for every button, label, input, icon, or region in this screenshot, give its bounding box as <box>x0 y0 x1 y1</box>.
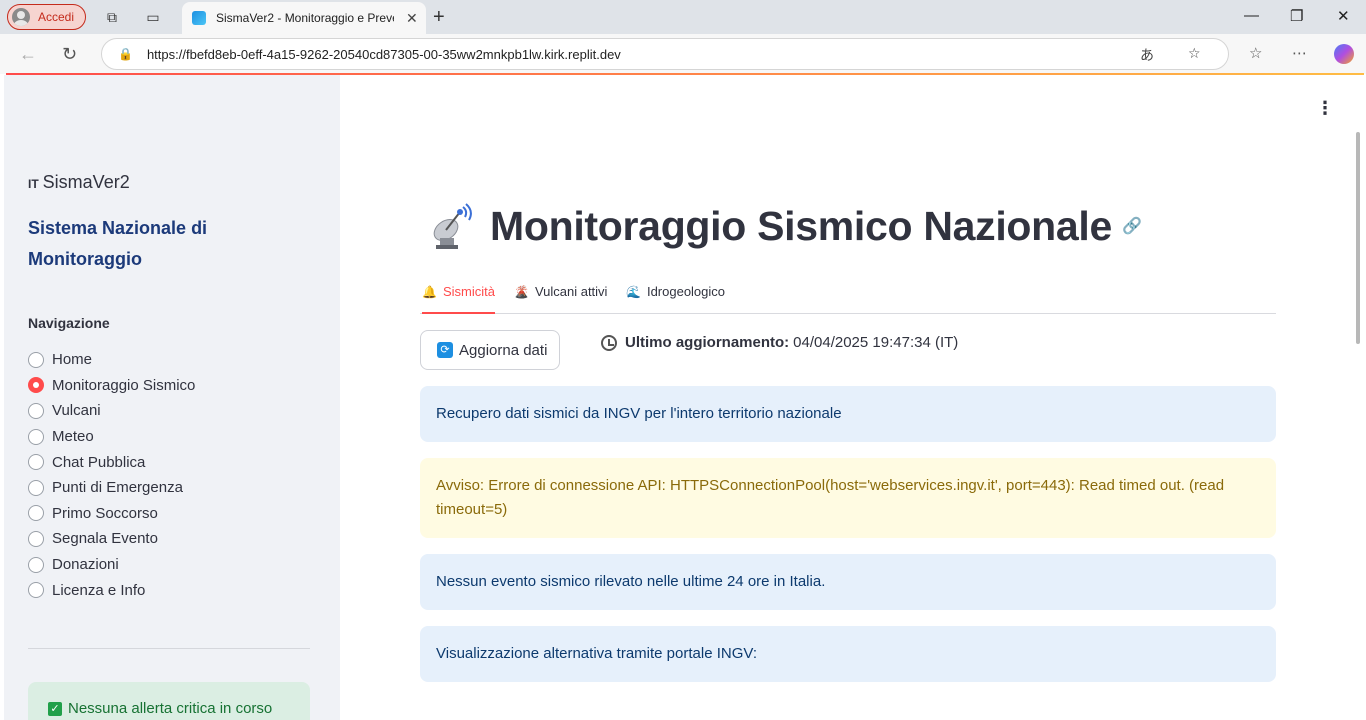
url-text: https://fbefd8eb-0eff-4a15-9262-20540cd8… <box>146 46 621 62</box>
brand-name: SismaVer2 <box>42 172 130 192</box>
radio-circle[interactable] <box>28 454 44 471</box>
nav-radio-monitoraggio-sismico[interactable]: Monitoraggio Sismico <box>28 373 195 399</box>
tab-actions-icon[interactable]: ▭ <box>144 8 162 26</box>
radio-circle-selected[interactable] <box>28 377 44 394</box>
alert-text: Avviso: Errore di connessione API: HTTPS… <box>436 477 1225 518</box>
tab-idrogeologico[interactable]: 🌊 Idrogeologico <box>626 284 725 299</box>
nav-radio-donazioni[interactable]: Donazioni <box>28 552 195 578</box>
page-header: Monitoraggio Sismico Nazionale 🔗 <box>430 202 1142 250</box>
last-update: Ultimo aggiornamento: 04/04/2025 19:47:3… <box>601 334 958 351</box>
site-favicon-icon <box>192 11 206 25</box>
favorites-icon[interactable]: ☆ <box>1249 44 1262 62</box>
radio-circle[interactable] <box>28 479 44 496</box>
avatar-icon <box>12 8 30 26</box>
warning-alert-connection: Avviso: Errore di connessione API: HTTPS… <box>420 458 1276 538</box>
new-tab-icon[interactable]: + <box>433 6 445 29</box>
browser-tab-bar: Accedi ⧉ ▭ SismaVer2 - Monitoraggio e Pr… <box>0 0 1366 34</box>
sidebar-brand: IT SismaVer2 <box>28 172 130 193</box>
radio-label: Licenza e Info <box>52 581 146 599</box>
tab-label: Sismicità <box>442 284 495 299</box>
alert-text: Recupero dati sismici da INGV per l'inte… <box>436 405 842 422</box>
read-aloud-icon[interactable]: あ <box>1140 45 1154 65</box>
nav-radio-vulcani[interactable]: Vulcani <box>28 398 195 424</box>
radio-label: Home <box>52 351 93 369</box>
address-bar-row: ← ↻ 🔒 https://fbefd8eb-0eff-4a15-9262-20… <box>0 34 1366 74</box>
radio-label: Meteo <box>52 428 94 446</box>
last-update-label: Ultimo aggiornamento: <box>625 334 790 351</box>
volcano-icon: 🌋 <box>514 284 529 299</box>
browser-tab-active[interactable]: SismaVer2 - Monitoraggio e Prevenzione ✕ <box>182 2 426 34</box>
tab-label: Vulcani attivi <box>534 284 608 299</box>
sidebar: IT SismaVer2 Sistema Nazionale di Monitor… <box>4 75 340 720</box>
brand-flag-label: IT <box>28 177 39 191</box>
radio-circle[interactable] <box>28 556 44 573</box>
nav-radio-licenza-info[interactable]: Licenza e Info <box>28 577 195 603</box>
alert-text: Visualizzazione alternativa tramite port… <box>436 645 757 662</box>
more-menu-icon[interactable]: ⋯ <box>1292 44 1307 62</box>
radio-circle[interactable] <box>28 582 44 599</box>
nav-radio-meteo[interactable]: Meteo <box>28 424 195 450</box>
radio-label: Donazioni <box>52 556 119 574</box>
radio-label: Chat Pubblica <box>52 453 146 471</box>
copilot-icon[interactable] <box>1334 44 1354 64</box>
workspaces-icon[interactable]: ⧉ <box>103 8 121 26</box>
wave-icon: 🌊 <box>626 284 641 299</box>
nav-radio-home[interactable]: Home <box>28 347 195 373</box>
info-alert-alternative: Visualizzazione alternativa tramite port… <box>420 626 1276 682</box>
nav-radio-chat-pubblica[interactable]: Chat Pubblica <box>28 449 195 475</box>
clock-icon <box>601 334 617 351</box>
status-success-box: ✓ Nessuna allerta critica in corso <box>28 682 310 720</box>
reload-icon[interactable]: ↻ <box>62 44 77 65</box>
radio-circle[interactable] <box>28 351 44 368</box>
favorite-star-icon[interactable]: ☆ <box>1188 45 1201 62</box>
app-menu-icon[interactable]: ⋮ <box>1316 98 1334 119</box>
navigation-heading: Navigazione <box>28 315 110 331</box>
sidebar-subtitle: Sistema Nazionale di Monitoraggio <box>28 218 208 269</box>
back-icon[interactable]: ← <box>19 44 37 65</box>
tab-vulcani-attivi[interactable]: 🌋 Vulcani attivi <box>514 284 607 299</box>
bell-icon: 🔔 <box>422 284 437 299</box>
check-icon: ✓ <box>48 702 62 716</box>
radio-circle[interactable] <box>28 402 44 419</box>
radio-label: Vulcani <box>52 402 101 420</box>
refresh-label: Aggiorna dati <box>459 341 548 359</box>
tab-title: SismaVer2 - Monitoraggio e Prevenzione <box>216 11 394 25</box>
refresh-data-button[interactable]: ⟳ Aggiorna dati <box>420 330 560 370</box>
radio-circle[interactable] <box>28 505 44 522</box>
nav-radio-punti-emergenza[interactable]: Punti di Emergenza <box>28 475 195 501</box>
navigation-radio-group: Home Monitoraggio Sismico Vulcani Meteo … <box>28 347 195 603</box>
radio-label: Monitoraggio Sismico <box>52 376 196 394</box>
tab-label: Idrogeologico <box>646 284 726 299</box>
url-field[interactable]: 🔒 https://fbefd8eb-0eff-4a15-9262-20540c… <box>101 38 1229 70</box>
radio-label: Segnala Evento <box>52 530 158 548</box>
refresh-icon: ⟳ <box>437 342 453 358</box>
tab-sismicita[interactable]: 🔔 Sismicità <box>422 284 495 314</box>
alert-text: Nessun evento sismico rilevato nelle ult… <box>436 573 826 590</box>
nav-radio-segnala-evento[interactable]: Segnala Evento <box>28 526 195 552</box>
minimize-icon[interactable]: — <box>1244 7 1259 24</box>
content-tabs: 🔔 Sismicità 🌋 Vulcani attivi 🌊 Idrogeolo… <box>420 278 1276 314</box>
anchor-link-icon[interactable]: 🔗 <box>1122 216 1142 236</box>
last-update-value: 04/04/2025 19:47:34 (IT) <box>793 334 959 351</box>
radio-circle[interactable] <box>28 530 44 547</box>
close-tab-icon[interactable]: ✕ <box>406 10 418 27</box>
nav-radio-primo-soccorso[interactable]: Primo Soccorso <box>28 501 195 527</box>
scrollbar[interactable] <box>1356 132 1360 344</box>
close-window-icon[interactable]: ✕ <box>1337 7 1350 25</box>
info-alert-no-events: Nessun evento sismico rilevato nelle ult… <box>420 554 1276 610</box>
restore-icon[interactable]: ❐ <box>1290 7 1303 25</box>
status-message: Nessuna allerta critica in corso <box>68 700 273 717</box>
satellite-antenna-icon <box>430 202 474 250</box>
page-title: Monitoraggio Sismico Nazionale <box>490 202 1113 249</box>
radio-label: Punti di Emergenza <box>52 479 183 497</box>
profile-button[interactable]: Accedi <box>7 4 86 30</box>
profile-label: Accedi <box>38 10 75 24</box>
info-alert-fetch: Recupero dati sismici da INGV per l'inte… <box>420 386 1276 442</box>
radio-circle[interactable] <box>28 428 44 445</box>
sidebar-divider <box>28 648 310 649</box>
radio-label: Primo Soccorso <box>52 504 158 522</box>
lock-icon: 🔒 <box>118 47 133 61</box>
